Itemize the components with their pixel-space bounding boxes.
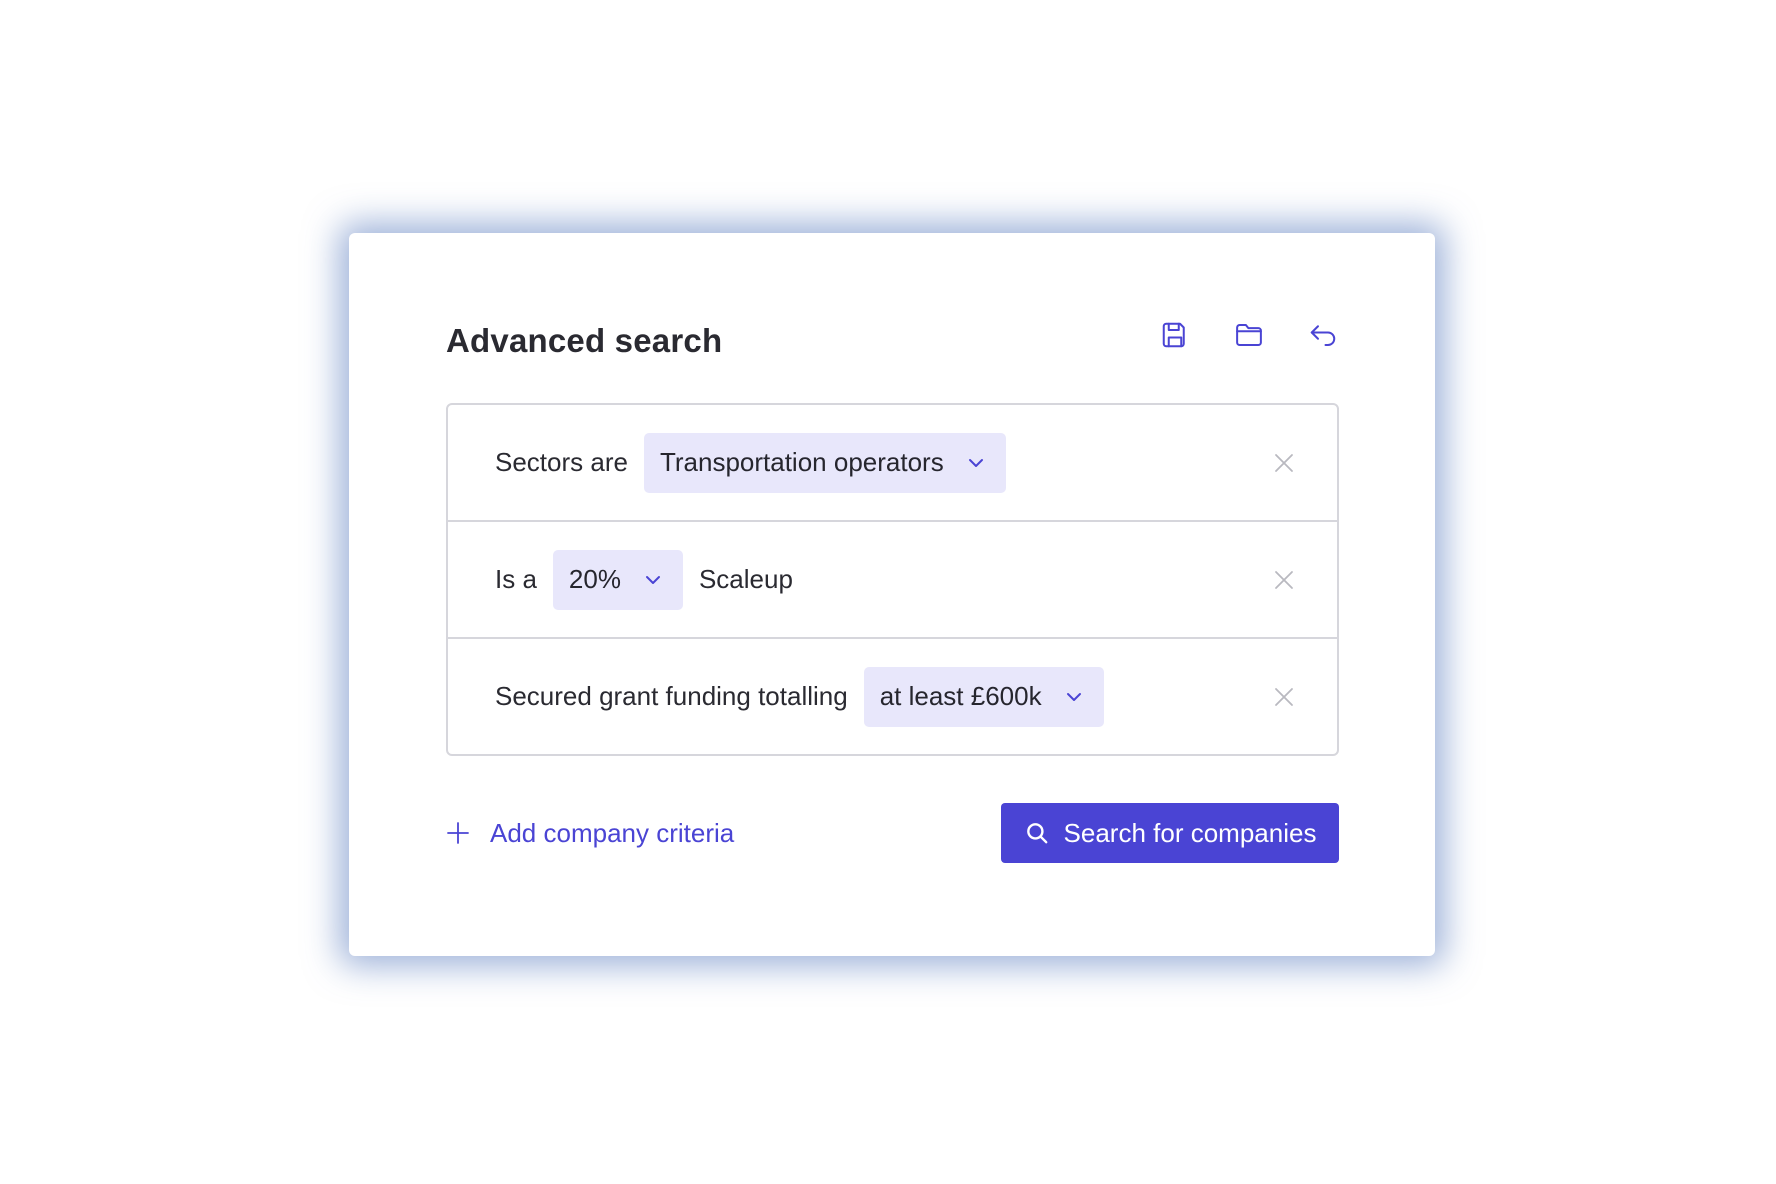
close-icon bbox=[1275, 453, 1293, 472]
dropdown-value: Transportation operators bbox=[659, 447, 944, 477]
add-company-criteria-link[interactable]: Add company criteria bbox=[446, 803, 734, 863]
add-criteria-label: Add company criteria bbox=[490, 817, 735, 848]
folder-icon bbox=[1236, 324, 1262, 346]
panel-footer: Add company criteria Search for companie… bbox=[446, 803, 1339, 863]
panel-toolbar bbox=[1159, 319, 1339, 351]
criterion-suffix: Scaleup bbox=[698, 564, 793, 594]
search-for-companies-button[interactable]: Search for companies bbox=[1001, 803, 1339, 863]
dropdown-value: 20% bbox=[568, 564, 621, 594]
panel-header: Advanced search bbox=[446, 319, 1339, 365]
panel-title: Advanced search bbox=[446, 322, 723, 359]
criterion-row: Secured grant funding totalling at least… bbox=[448, 637, 1337, 754]
criterion-row: Is a 20% Scaleup bbox=[448, 520, 1337, 637]
remove-criterion-button[interactable] bbox=[1270, 449, 1298, 477]
close-icon bbox=[1275, 687, 1293, 706]
chevron-down-icon bbox=[1066, 692, 1081, 701]
dropdown-value: at least £600k bbox=[879, 681, 1042, 711]
save-search-button[interactable] bbox=[1159, 319, 1191, 351]
close-icon bbox=[1275, 570, 1293, 589]
criterion-label: Is a bbox=[495, 564, 537, 594]
funding-dropdown[interactable]: at least £600k bbox=[863, 666, 1104, 727]
remove-criterion-button[interactable] bbox=[1270, 683, 1298, 711]
return-arrow-icon bbox=[1310, 325, 1336, 346]
criteria-list: Sectors are Transportation operators Is … bbox=[446, 403, 1339, 756]
percentage-dropdown[interactable]: 20% bbox=[552, 549, 683, 610]
chevron-down-icon bbox=[968, 458, 983, 467]
reset-search-button[interactable] bbox=[1307, 319, 1339, 351]
remove-criterion-button[interactable] bbox=[1270, 566, 1298, 594]
save-icon bbox=[1162, 322, 1185, 348]
sector-dropdown[interactable]: Transportation operators bbox=[643, 432, 1006, 493]
search-button-label: Search for companies bbox=[1063, 817, 1317, 848]
panel-content: Advanced search Sectors are Transportati… bbox=[446, 319, 1339, 863]
advanced-search-panel: Advanced search Sectors are Transportati… bbox=[349, 233, 1435, 956]
criterion-label: Secured grant funding totalling bbox=[495, 681, 848, 711]
plus-icon bbox=[447, 822, 469, 844]
chevron-down-icon bbox=[645, 575, 660, 584]
criterion-row: Sectors are Transportation operators bbox=[448, 405, 1337, 520]
criterion-label: Sectors are bbox=[495, 447, 628, 477]
search-icon bbox=[1026, 823, 1047, 844]
open-saved-search-button[interactable] bbox=[1233, 319, 1265, 351]
